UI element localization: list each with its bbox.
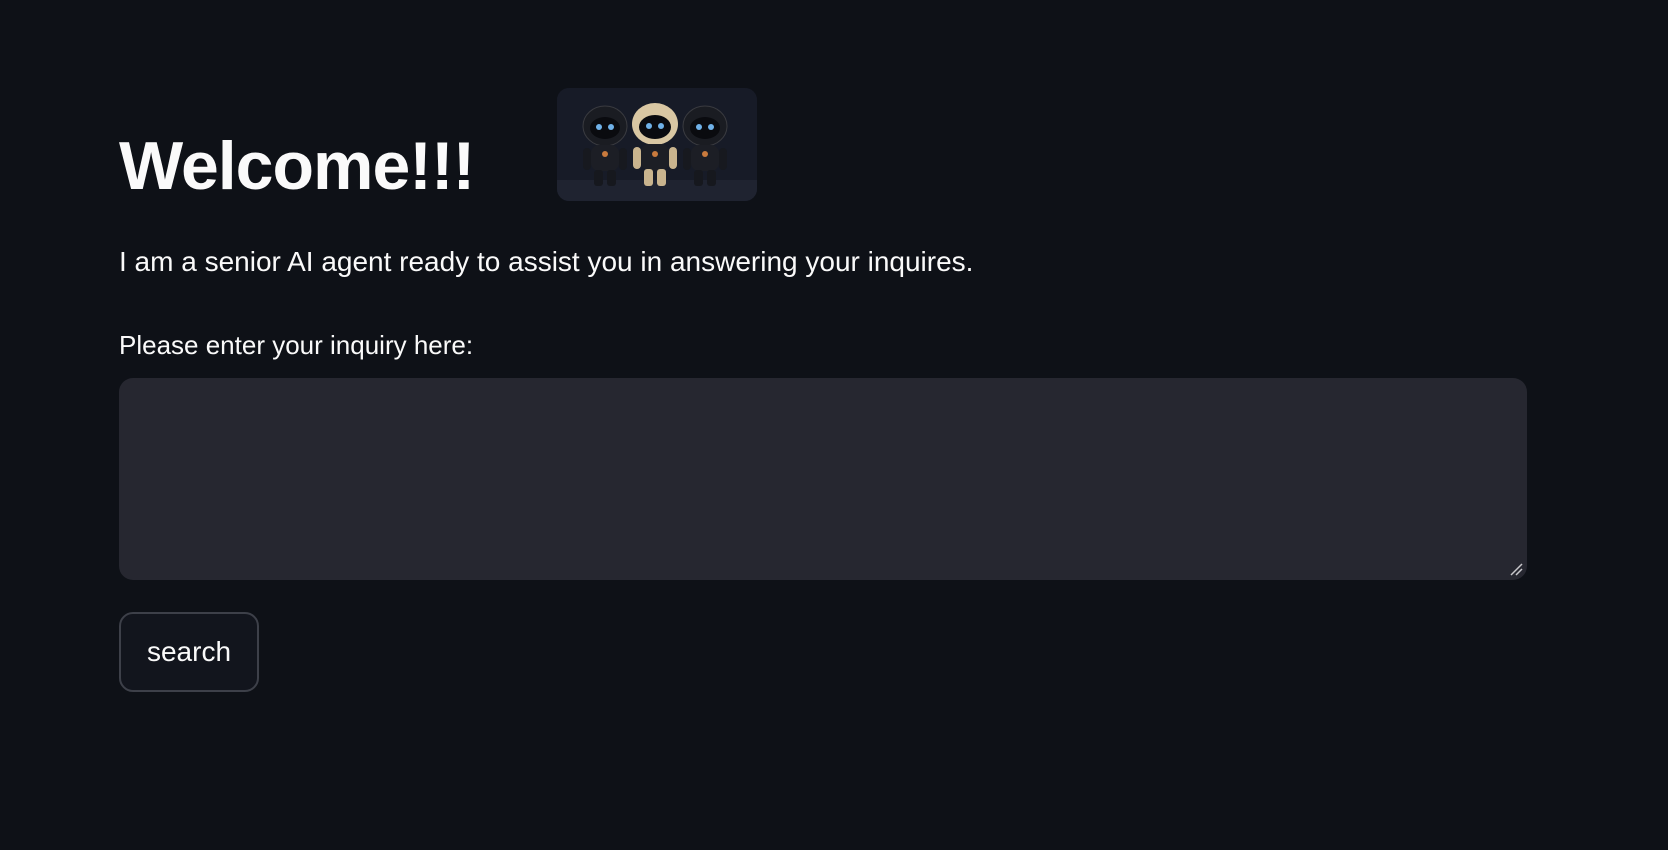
- inquiry-label: Please enter your inquiry here:: [119, 330, 474, 360]
- inquiry-field-container: [119, 378, 1527, 580]
- search-button[interactable]: search: [119, 612, 259, 692]
- inquiry-input[interactable]: [119, 378, 1527, 580]
- intro-text: I am a senior AI agent ready to assist y…: [119, 246, 974, 277]
- app-page: Welcome!!! I am a senior AI agent ready …: [0, 0, 1668, 850]
- header-row: Welcome!!!: [119, 86, 1527, 204]
- page-title: Welcome!!!: [119, 128, 475, 204]
- resize-handle-icon[interactable]: [1509, 562, 1523, 576]
- robots-image: [557, 88, 757, 201]
